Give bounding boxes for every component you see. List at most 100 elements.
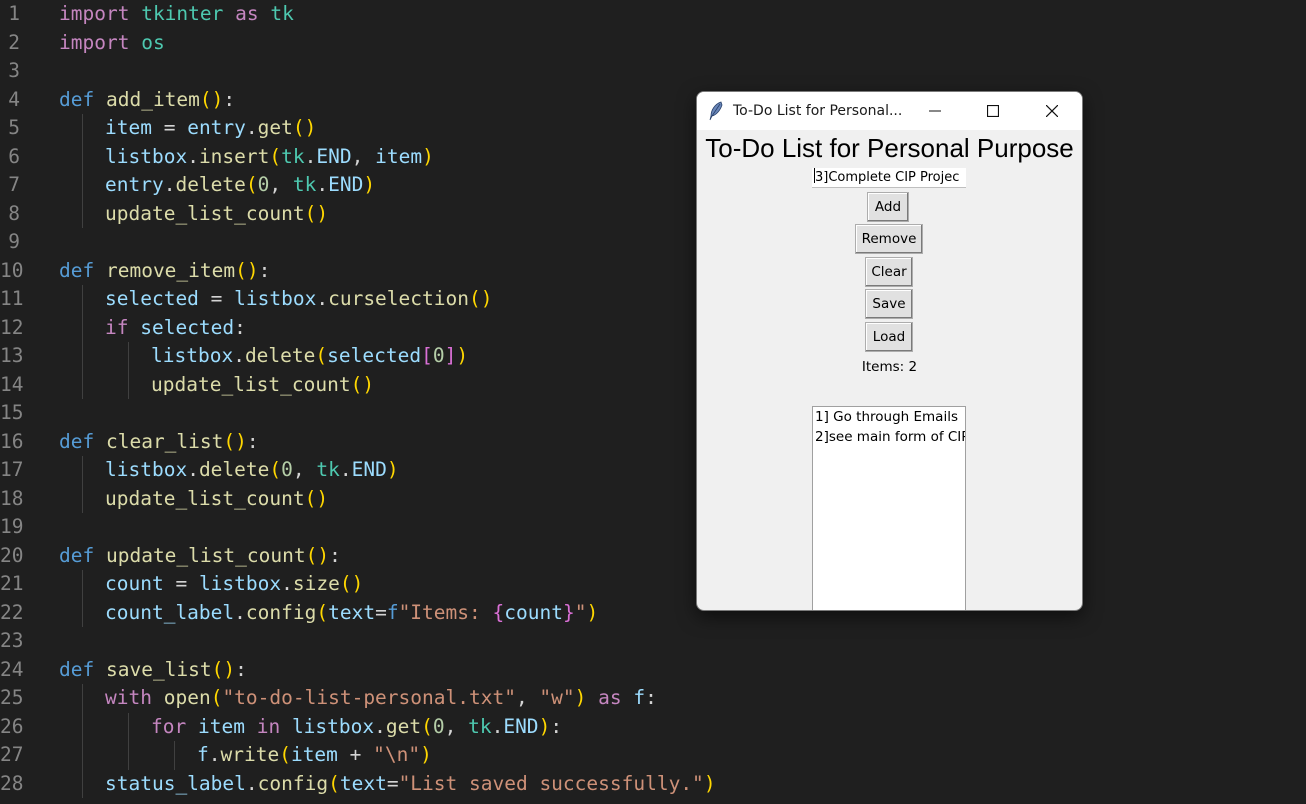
code-token: import bbox=[59, 2, 130, 25]
code-token: END bbox=[316, 144, 352, 168]
close-button[interactable] bbox=[1023, 92, 1081, 130]
code-token: . bbox=[339, 458, 352, 481]
list-item[interactable]: 1] Go through Emails bbox=[813, 407, 965, 427]
clear-button[interactable]: Clear bbox=[865, 257, 913, 287]
list-item[interactable]: 2]see main form of CIP bbox=[813, 427, 965, 447]
code-text: update_list_count() bbox=[105, 485, 328, 514]
code-text: def remove_item(): bbox=[59, 257, 270, 286]
code-text: update_list_count() bbox=[151, 371, 374, 400]
code-token: ) bbox=[538, 714, 551, 738]
code-token: add_item bbox=[105, 87, 200, 111]
code-line[interactable]: 9 bbox=[0, 228, 1306, 257]
line-number: 19 bbox=[0, 515, 24, 538]
code-token: os bbox=[141, 30, 165, 54]
code-token: + bbox=[337, 743, 374, 766]
code-token: . bbox=[316, 287, 329, 310]
code-line[interactable]: 8 update_list_count() bbox=[0, 199, 1306, 229]
feather-icon bbox=[709, 101, 723, 121]
code-token: " bbox=[574, 600, 587, 624]
code-token: update_list_count bbox=[105, 543, 306, 567]
code-token: listbox bbox=[151, 344, 234, 367]
load-button[interactable]: Load bbox=[865, 322, 913, 352]
line-number: 22 bbox=[0, 600, 24, 624]
code-text: update_list_count() bbox=[105, 200, 328, 229]
code-token: get bbox=[257, 116, 293, 139]
task-entry-value: 3]Complete CIP Projec bbox=[815, 170, 960, 185]
task-entry[interactable]: 3]Complete CIP Projec bbox=[812, 168, 966, 188]
code-token: { bbox=[492, 600, 505, 624]
code-token: = bbox=[198, 287, 235, 310]
items-count-label: Items: 2 bbox=[861, 359, 918, 375]
code-token: ) bbox=[363, 173, 376, 196]
code-line[interactable]: 6 listbox.insert(tk.END, item) bbox=[0, 142, 1306, 171]
code-token: , bbox=[292, 458, 317, 481]
code-token: : bbox=[550, 714, 563, 738]
code-line[interactable]: 18 update_list_count() bbox=[0, 484, 1306, 514]
indent-guide bbox=[82, 684, 83, 713]
code-token: ) bbox=[422, 144, 434, 168]
code-token: ) bbox=[586, 600, 599, 624]
code-line[interactable]: 11 selected = listbox.curselection() bbox=[0, 285, 1306, 314]
code-line[interactable]: 27 f.write(item + "\n") bbox=[0, 741, 1306, 770]
code-token: get bbox=[385, 714, 422, 738]
code-token: : bbox=[329, 543, 341, 567]
code-line[interactable]: 5 item = entry.get() bbox=[0, 114, 1306, 143]
code-token: : bbox=[223, 87, 236, 111]
code-line[interactable]: 15 bbox=[0, 399, 1306, 428]
code-line[interactable]: 28 status_label.config(text="List saved s… bbox=[0, 769, 1306, 798]
code-line[interactable]: 16 def clear_list(): bbox=[0, 428, 1306, 457]
code-token: "List saved successfully." bbox=[398, 771, 704, 795]
code-line[interactable]: 7 entry.delete(0, tk.END) bbox=[0, 171, 1306, 200]
code-line[interactable]: 1 import tkinter as tk bbox=[0, 0, 1306, 29]
code-line[interactable]: 12 if selected: bbox=[0, 313, 1306, 342]
code-line[interactable]: 19 bbox=[0, 513, 1306, 542]
code-line[interactable]: 4 def add_item(): bbox=[0, 86, 1306, 115]
remove-button[interactable]: Remove bbox=[855, 224, 923, 254]
code-line[interactable]: 3 bbox=[0, 57, 1306, 86]
todo-app-window: To-Do List for Personal... To-Do List fo… bbox=[696, 91, 1083, 611]
code-token: tk bbox=[292, 173, 317, 196]
code-line[interactable]: 17 listbox.delete(0, tk.END) bbox=[0, 456, 1306, 485]
indent-guide bbox=[82, 484, 83, 513]
code-token: count_label bbox=[105, 600, 235, 624]
code-token: : bbox=[645, 686, 657, 709]
indent-guide bbox=[174, 741, 175, 770]
todo-listbox[interactable]: 1] Go through Emails 2]see main form of … bbox=[812, 406, 966, 610]
code-token: status_label bbox=[105, 771, 246, 795]
code-line[interactable]: 10 def remove_item(): bbox=[0, 257, 1306, 286]
code-token: def bbox=[59, 258, 95, 282]
code-line[interactable]: 21 count = listbox.size() bbox=[0, 570, 1306, 599]
save-button[interactable]: Save bbox=[865, 289, 913, 319]
add-button[interactable]: Add bbox=[867, 192, 909, 222]
line-number: 3 bbox=[8, 59, 20, 82]
code-editor[interactable]: 1 import tkinter as tk 2 import os 3 4 def add… bbox=[0, 0, 1306, 804]
code-line[interactable]: 25 with open("to-do-list-personal.txt", "… bbox=[0, 684, 1306, 713]
maximize-button[interactable] bbox=[964, 92, 1022, 130]
code-line[interactable]: 14 update_list_count() bbox=[0, 370, 1306, 400]
code-token: () bbox=[339, 572, 364, 595]
code-line[interactable]: 2 import os bbox=[0, 29, 1306, 58]
code-line[interactable]: 20 def update_list_count(): bbox=[0, 542, 1306, 571]
code-line[interactable]: 22 count_label.config(text=f"Items: {coun… bbox=[0, 598, 1306, 627]
code-token: listbox bbox=[198, 572, 282, 595]
code-line[interactable]: 13 listbox.delete(selected[0]) bbox=[0, 342, 1306, 371]
code-token: = bbox=[375, 600, 387, 624]
indent-guide bbox=[82, 741, 83, 770]
code-token: as bbox=[598, 686, 622, 709]
indent-guide bbox=[82, 199, 83, 228]
code-token: item bbox=[375, 144, 423, 168]
indent-guide bbox=[82, 712, 83, 741]
code-token: tk bbox=[270, 2, 294, 25]
code-text: def save_list(): bbox=[59, 656, 247, 685]
code-line[interactable]: 26 for item in listbox.get(0, tk.END): bbox=[0, 712, 1306, 741]
code-token: = bbox=[163, 572, 199, 595]
minimize-button[interactable] bbox=[906, 92, 964, 130]
line-number: 28 bbox=[0, 771, 24, 795]
code-line[interactable]: 23 bbox=[0, 627, 1306, 656]
window-titlebar[interactable]: To-Do List for Personal... bbox=[697, 92, 1082, 130]
code-line[interactable]: 24 def save_list(): bbox=[0, 656, 1306, 685]
